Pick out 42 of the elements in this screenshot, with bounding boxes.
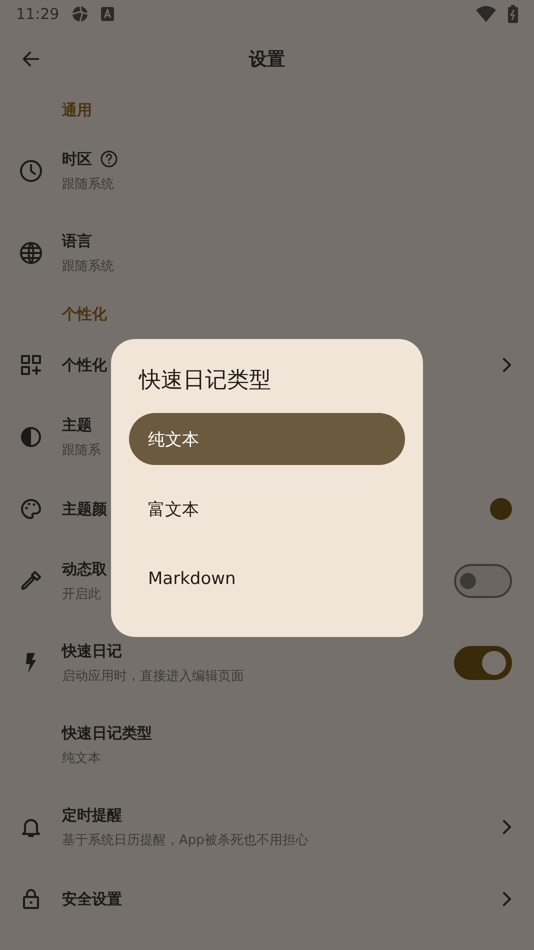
setting-title: 个性化 (62, 356, 107, 374)
status-time: 11:29 (16, 5, 60, 23)
chevron-right-icon (502, 891, 512, 907)
section-header: 个性化 (62, 304, 107, 324)
chevron-right-icon (502, 357, 512, 373)
chevron-right-icon (502, 819, 512, 835)
battery-icon (508, 5, 518, 23)
toggle-switch[interactable] (454, 646, 512, 680)
setting-subtitle: 跟随系统 (62, 176, 115, 192)
setting-subtitle: 开启此 (62, 586, 102, 602)
dialog-option[interactable]: 纯文本 (129, 413, 405, 465)
contrast-icon (19, 425, 43, 449)
dialog-title: 快速日记类型 (138, 367, 272, 395)
setting-title: 快速日记 (62, 642, 122, 660)
setting-title: 安全设置 (62, 890, 122, 908)
palette-icon (19, 497, 43, 521)
setting-title: 快速日记类型 (62, 724, 152, 742)
setting-subtitle: 跟随系 (62, 442, 102, 458)
dialog-option[interactable]: Markdown (129, 553, 405, 605)
aperture-icon (71, 5, 90, 23)
keyboard-icon (101, 7, 114, 21)
setting-subtitle: 跟随系统 (62, 258, 115, 274)
setting-title: 时区 (62, 150, 92, 168)
clock-icon (19, 159, 43, 183)
widgets-icon (19, 353, 43, 377)
setting-title: 主题颜 (62, 500, 107, 518)
page-title: 设置 (249, 48, 285, 71)
dropper-icon (19, 569, 43, 593)
color-swatch[interactable] (490, 498, 512, 520)
toggle-switch[interactable] (454, 564, 512, 598)
wifi-icon (476, 6, 496, 22)
dialog-option[interactable]: 富文本 (129, 483, 405, 535)
globe-icon (19, 241, 43, 265)
setting-title: 动态取 (62, 560, 107, 578)
setting-subtitle: 纯文本 (62, 750, 102, 766)
setting-title: 主题 (62, 416, 92, 434)
setting-title: 定时提醒 (62, 806, 122, 824)
setting-subtitle: 基于系统日历提醒，App被杀死也不用担心 (62, 832, 310, 848)
setting-subtitle: 启动应用时，直接进入编辑页面 (62, 668, 245, 684)
section-header: 通用 (62, 100, 92, 120)
setting-title: 语言 (62, 232, 92, 250)
help-icon[interactable] (100, 150, 118, 168)
